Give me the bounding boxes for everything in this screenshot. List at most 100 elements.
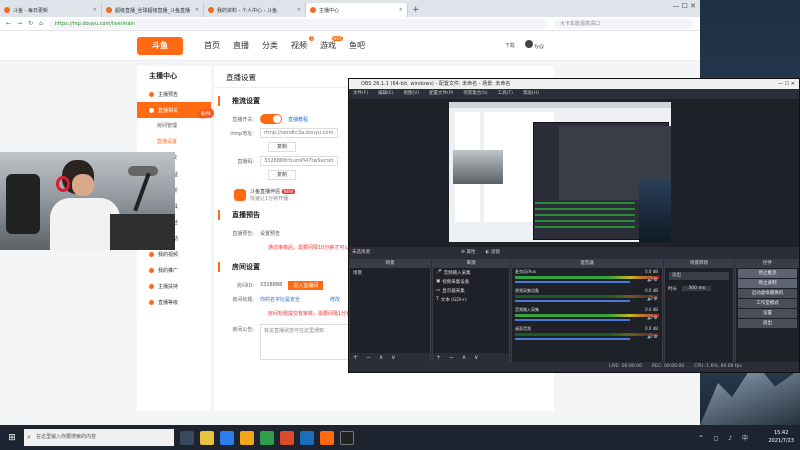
- sidebar-item-support[interactable]: 主播扶持: [137, 278, 211, 294]
- volume-fader[interactable]: [515, 281, 631, 283]
- nav-video[interactable]: 视频 5: [291, 36, 314, 51]
- close-icon[interactable]: ✕: [297, 7, 301, 13]
- scenes-dock: 场景 场景 + − ∧ ∨: [349, 259, 431, 363]
- windows-start-icon[interactable]: ⊞: [0, 425, 24, 450]
- settings-button[interactable]: 设置: [738, 309, 797, 318]
- nested-webcam: [453, 150, 503, 184]
- warning-text: 通过审核后，需要间隔10分钟才可以修改: [268, 244, 360, 251]
- obs-preview[interactable]: [349, 99, 799, 247]
- stream-toggle[interactable]: [260, 114, 282, 124]
- app-icon[interactable]: [280, 430, 294, 445]
- arrow-right-icon[interactable]: →: [17, 20, 22, 27]
- browser-tab-4[interactable]: 主播中心 ✕: [306, 3, 408, 17]
- browser-search-input[interactable]: 大卡车能混高清口: [554, 18, 694, 29]
- obs-menu-file[interactable]: 文件(F): [353, 89, 368, 98]
- source-dock-controls[interactable]: + − ∧ ∨: [433, 353, 509, 362]
- nav-fishbar[interactable]: 鱼吧: [349, 40, 365, 51]
- virtual-camera-button[interactable]: 启动虚拟摄像机: [738, 289, 797, 298]
- sidebar-sub-room[interactable]: 房间管理: [137, 118, 211, 134]
- app-icon[interactable]: [260, 430, 274, 445]
- nav-home[interactable]: 首页: [204, 40, 220, 51]
- webcam-overlay: [0, 152, 175, 250]
- duration-input[interactable]: 300 ms: [682, 286, 712, 291]
- volume-fader[interactable]: [515, 338, 631, 340]
- url-input[interactable]: https://mp.douyu.com/live/main: [48, 18, 548, 29]
- copy-code-button[interactable]: 复制: [268, 170, 296, 180]
- browser-tab-1[interactable]: 斗鱼 - 每日更新 ✕: [0, 3, 102, 17]
- filters-button[interactable]: ◐ 滤镜: [485, 248, 499, 257]
- properties-button[interactable]: ⚙ 属性: [461, 248, 475, 257]
- obs-menu-scenes[interactable]: 场景集合(S): [463, 89, 487, 98]
- obs-menu-view[interactable]: 视图(V): [403, 89, 419, 98]
- download-link[interactable]: 下载: [505, 42, 515, 49]
- obs-menu-edit[interactable]: 编辑(E): [378, 89, 393, 98]
- user-menu[interactable]: fy@: [524, 40, 544, 50]
- task-view-icon[interactable]: [180, 430, 194, 445]
- clock[interactable]: 15:42 2021/7/23: [768, 429, 794, 445]
- speaker-icon[interactable]: 🔊⚙: [647, 334, 658, 340]
- file-explorer-icon[interactable]: [200, 430, 214, 445]
- obs-menu-profile[interactable]: 配置文件(P): [429, 89, 453, 98]
- rtmp-field[interactable]: rtmp://sendtc3a.douyu.com: [260, 128, 338, 138]
- source-item-video-capture[interactable]: ▣ 视频采集设备: [433, 277, 509, 286]
- camera-icon: ▣: [436, 279, 441, 284]
- sidebar-sub-settings[interactable]: 直播设置: [137, 134, 211, 150]
- stream-help-link[interactable]: 直播教程: [288, 116, 308, 123]
- douyu-icon[interactable]: [320, 430, 334, 445]
- nav-category[interactable]: 分类: [262, 40, 278, 51]
- obs-status-bar: LIVE: 00:00:00 REC: 00:00:00 CPU: 1.6%, …: [349, 362, 799, 372]
- speaker-icon[interactable]: 🔊⚙: [647, 277, 658, 283]
- sidebar-item-level[interactable]: 直播等级: [137, 294, 211, 310]
- sidebar-title: 主播中心: [149, 72, 177, 80]
- stop-record-button[interactable]: 停止录制: [738, 279, 797, 288]
- obs-menu-tools[interactable]: 工具(T): [498, 89, 513, 98]
- browser-window-controls[interactable]: — ☐ ✕: [672, 2, 696, 10]
- enter-room-button[interactable]: 进入直播间: [288, 280, 324, 290]
- close-icon[interactable]: ✕: [93, 7, 97, 13]
- set-preview-button[interactable]: 设置预告: [260, 230, 280, 237]
- browser-tab-2[interactable]: 超级直播_全球超级直播_斗鱼直播 ✕: [102, 3, 204, 17]
- source-item-display-capture[interactable]: ▭ 显示器采集: [433, 286, 509, 295]
- nav-live[interactable]: 直播: [233, 40, 249, 51]
- volume-fader[interactable]: [515, 319, 631, 321]
- scene-dock-controls[interactable]: + − ∧ ∨: [350, 353, 430, 362]
- source-label: 视频采集设备: [442, 279, 470, 285]
- scene-item[interactable]: 场景: [350, 268, 430, 277]
- browser-tab-3[interactable]: 我的资料 - 个人中心 - 斗鱼 ✕: [204, 3, 306, 17]
- text-icon: T: [436, 297, 439, 302]
- sidebar-item-label: 直播等级: [158, 299, 179, 306]
- transition-select[interactable]: 淡出: [669, 272, 729, 280]
- home-icon[interactable]: ⌂: [39, 20, 43, 27]
- new-tab-button[interactable]: +: [408, 3, 424, 17]
- source-item-audio-input[interactable]: 🎤 音频输入采集: [433, 268, 509, 277]
- edit-title-link[interactable]: 修改: [330, 296, 340, 303]
- system-tray[interactable]: ^ ◻ ♪ 中: [698, 433, 752, 442]
- studio-mode-button[interactable]: 工作室模式: [738, 299, 797, 308]
- promo-subtitle: 快速让1分钟开播: [250, 196, 289, 202]
- copy-rtmp-button[interactable]: 复制: [268, 142, 296, 152]
- nav-game[interactable]: 游戏 HOT: [320, 36, 343, 51]
- refresh-icon[interactable]: ↻: [28, 20, 33, 27]
- steam-icon[interactable]: [300, 430, 314, 445]
- speaker-icon[interactable]: 🔊⚙: [647, 315, 658, 321]
- sidebar-item-preview[interactable]: 主播预告: [137, 86, 211, 102]
- browser-icon[interactable]: [240, 430, 254, 445]
- exit-button[interactable]: 退出: [738, 319, 797, 328]
- obs-menu-help[interactable]: 帮助(H): [523, 89, 539, 98]
- douyu-logo[interactable]: 斗鱼: [137, 36, 183, 55]
- clock-date: 2021/7/23: [768, 438, 794, 444]
- sidebar-item-promo[interactable]: 我的推广: [137, 262, 211, 278]
- stream-code-field[interactable]: 3328888rfsumPi47twSecret: [260, 156, 338, 166]
- close-icon[interactable]: ✕: [399, 7, 403, 13]
- obs-icon[interactable]: [340, 430, 354, 445]
- stop-stream-button[interactable]: 停止推流: [738, 269, 797, 278]
- obs-window-controls[interactable]: — ☐ ✕: [778, 79, 795, 89]
- companion-app-icon: [234, 189, 246, 201]
- volume-fader[interactable]: [515, 300, 631, 302]
- source-item-text[interactable]: T 文本 (GDI+): [433, 295, 509, 304]
- arrow-left-icon[interactable]: ←: [6, 20, 11, 27]
- taskbar-search-input[interactable]: 在这里输入你要搜索的内容: [24, 429, 174, 446]
- edge-icon[interactable]: [220, 430, 234, 445]
- close-icon[interactable]: ✕: [195, 7, 199, 13]
- speaker-icon[interactable]: 🔊⚙: [647, 296, 658, 302]
